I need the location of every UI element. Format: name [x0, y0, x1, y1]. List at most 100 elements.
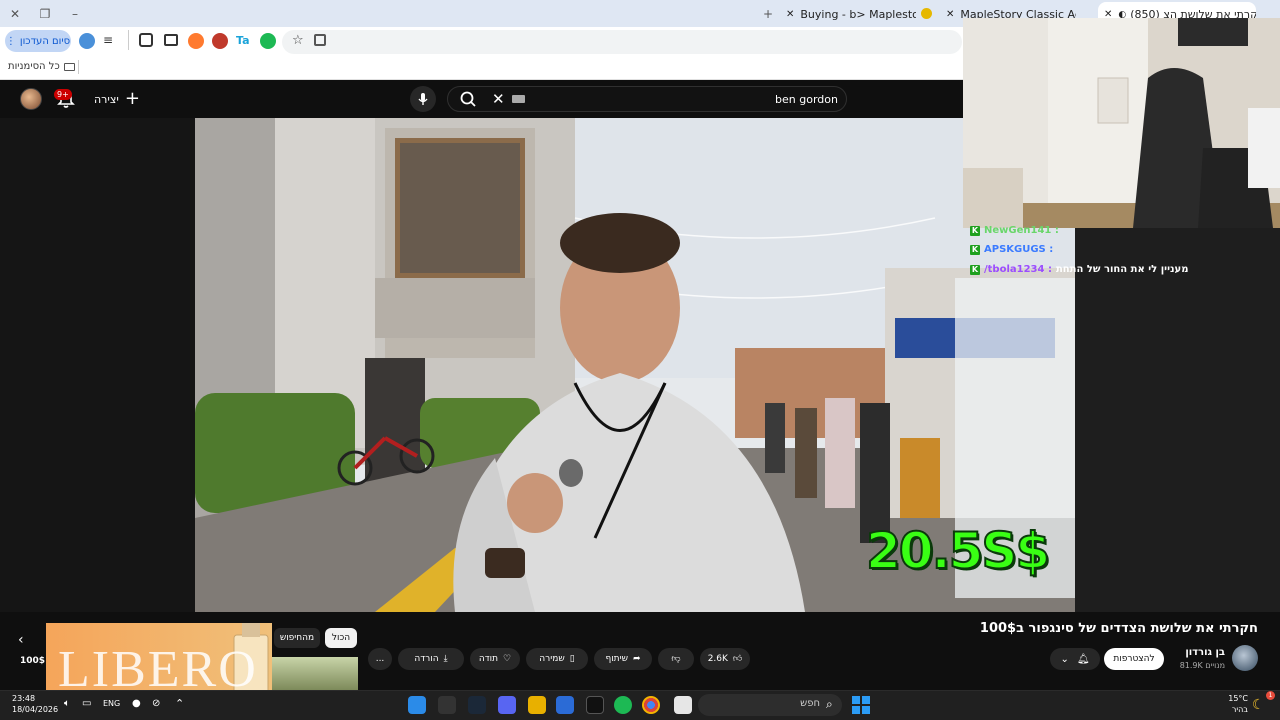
chat-username: /tbola1234 :	[984, 264, 1052, 275]
share-label: שיתוף	[605, 654, 628, 664]
reading-list-icon[interactable]: ≡	[103, 33, 113, 47]
search-input[interactable]	[540, 89, 838, 109]
weather-moon-icon: ☾	[1252, 697, 1265, 713]
download-label: הורדה	[414, 654, 439, 664]
thumbs-up-icon: 👍︎	[732, 654, 743, 664]
taskbar-search-icon: ⌕	[826, 697, 833, 711]
extension-orange-icon[interactable]	[188, 33, 204, 49]
left-dark-margin	[0, 118, 195, 612]
wifi-off-icon[interactable]: ⊘	[152, 698, 160, 709]
thanks-button[interactable]: תודה ♡	[470, 648, 520, 670]
microphone-tray-icon[interactable]: ●	[132, 698, 141, 709]
file-explorer-icon[interactable]	[674, 696, 692, 714]
extension-red-icon[interactable]	[212, 33, 228, 49]
all-bookmarks-folder[interactable]: כל הסימניות	[8, 61, 75, 72]
terminal-icon[interactable]	[586, 696, 604, 714]
more-horiz-icon: ...	[375, 654, 385, 664]
media-icon[interactable]	[164, 34, 178, 46]
chrome-icon[interactable]	[642, 696, 660, 714]
taskbar-app-icon[interactable]	[528, 696, 546, 714]
tab-close-icon[interactable]: ✕	[946, 9, 954, 20]
windows-start-icon[interactable]	[852, 696, 870, 714]
taskbar-app-icon[interactable]	[438, 696, 456, 714]
recommendation-price-text: 100$	[20, 656, 46, 666]
taskbar-app-icon[interactable]	[408, 696, 426, 714]
chip-from-search[interactable]: מהחיפוש	[274, 628, 320, 648]
like-button[interactable]: 2.6K 👍︎	[700, 648, 750, 670]
save-button[interactable]: שמירה ▯	[526, 648, 588, 670]
clear-search-icon[interactable]: ✕	[492, 90, 505, 108]
volume-icon[interactable]: 🔈︎	[64, 698, 70, 709]
recommendation-thumbnail[interactable]	[272, 657, 358, 690]
bookmark-star-icon[interactable]: ☆	[292, 33, 304, 48]
window-minimize-icon[interactable]: –	[66, 5, 84, 23]
join-button[interactable]: להצטרפות	[1104, 648, 1164, 670]
weather-widget[interactable]: 15°C בהיר	[1228, 693, 1248, 715]
apps-grid-icon[interactable]	[556, 696, 574, 714]
start-tile	[852, 696, 860, 704]
system-clock[interactable]: 23:48 18/04/2026	[12, 693, 58, 715]
voice-search-button[interactable]	[410, 86, 436, 112]
create-label: יצירה	[94, 92, 119, 106]
heart-dollar-icon: ♡	[503, 654, 512, 664]
subscribed-notifications-button[interactable]: ⌄ 🔔︎	[1050, 648, 1100, 670]
start-tile	[852, 706, 860, 714]
grammarly-icon[interactable]	[260, 33, 276, 49]
weather-temp: 15°C	[1228, 694, 1248, 703]
window-maximize-icon[interactable]: ❐	[36, 5, 54, 23]
save-label: שמירה	[539, 654, 565, 664]
video-title: חקרתי את שלושת הצדדים של סינגפור ב100$	[979, 621, 1258, 636]
tray-expand-icon[interactable]: ⌃	[175, 697, 184, 710]
chat-badge-icon: K	[970, 264, 980, 275]
dislike-button[interactable]: 👎︎	[658, 648, 694, 670]
streamer-webcam	[963, 18, 1280, 228]
tab-close-icon[interactable]: ✕	[786, 9, 794, 20]
finish-update-button[interactable]: ⋮ סיום העדכון	[5, 30, 71, 52]
bookmarks-divider	[78, 60, 79, 74]
thanks-label: תודה	[478, 654, 499, 664]
chat-username: NewGen141 :	[984, 225, 1059, 236]
toolbar-divider	[128, 30, 129, 50]
chevron-left-icon[interactable]: ‹	[18, 632, 24, 648]
share-button[interactable]: שיתוף ➦	[594, 648, 652, 670]
plus-icon: +	[124, 88, 140, 109]
discord-icon[interactable]	[498, 696, 516, 714]
address-bar[interactable]	[282, 30, 962, 54]
folder-icon	[63, 62, 75, 71]
new-tab-icon[interactable]: +	[759, 5, 777, 23]
input-language[interactable]: ENG	[103, 699, 120, 708]
spotify-icon[interactable]	[614, 696, 632, 714]
browser-tab[interactable]: ✕ Buying - b> Maplestory classic	[786, 4, 916, 24]
bell-icon: 🔔︎	[1076, 653, 1090, 665]
create-button[interactable]: יצירה +	[94, 88, 140, 110]
profile-icon[interactable]	[79, 33, 95, 49]
account-avatar[interactable]	[20, 88, 42, 110]
chat-badge-icon: K	[970, 244, 980, 255]
channel-avatar[interactable]	[1232, 645, 1258, 671]
site-info-icon[interactable]	[314, 34, 326, 46]
start-tile	[862, 696, 870, 704]
clock-date: 18/04/2026	[12, 705, 59, 714]
window-close-icon[interactable]: ✕	[6, 5, 24, 23]
download-button[interactable]: הורדה ⤓	[398, 648, 464, 670]
search-icon[interactable]	[458, 90, 478, 108]
price-overlay-text: 20.5S$	[865, 521, 1051, 581]
thumbs-down-icon: 👎︎	[671, 654, 681, 664]
keyboard-icon[interactable]	[512, 95, 525, 103]
start-tile	[862, 706, 870, 714]
join-label: להצטרפות	[1113, 654, 1155, 664]
tab-favicon-icon	[921, 8, 932, 19]
more-actions-button[interactable]: ...	[368, 648, 392, 670]
windows-taskbar	[0, 690, 1280, 720]
extensions-icon[interactable]	[139, 33, 153, 47]
network-icon[interactable]: ▭	[82, 698, 91, 709]
chat-text: מעניין לי את החור של התחת	[1055, 264, 1189, 275]
like-count: 2.6K	[707, 654, 728, 664]
share-arrow-icon: ➦	[632, 654, 641, 664]
steam-icon[interactable]	[468, 696, 486, 714]
taskbar-search-placeholder: חפש	[800, 698, 820, 709]
tab-label: Buying - b> Maplestory classic	[800, 7, 916, 21]
chip-all[interactable]: הכול	[325, 628, 357, 648]
translate-icon[interactable]: Ta	[236, 34, 250, 47]
chat-message: K /tbola1234 : מעניין לי את החור של התחת	[970, 264, 1188, 275]
